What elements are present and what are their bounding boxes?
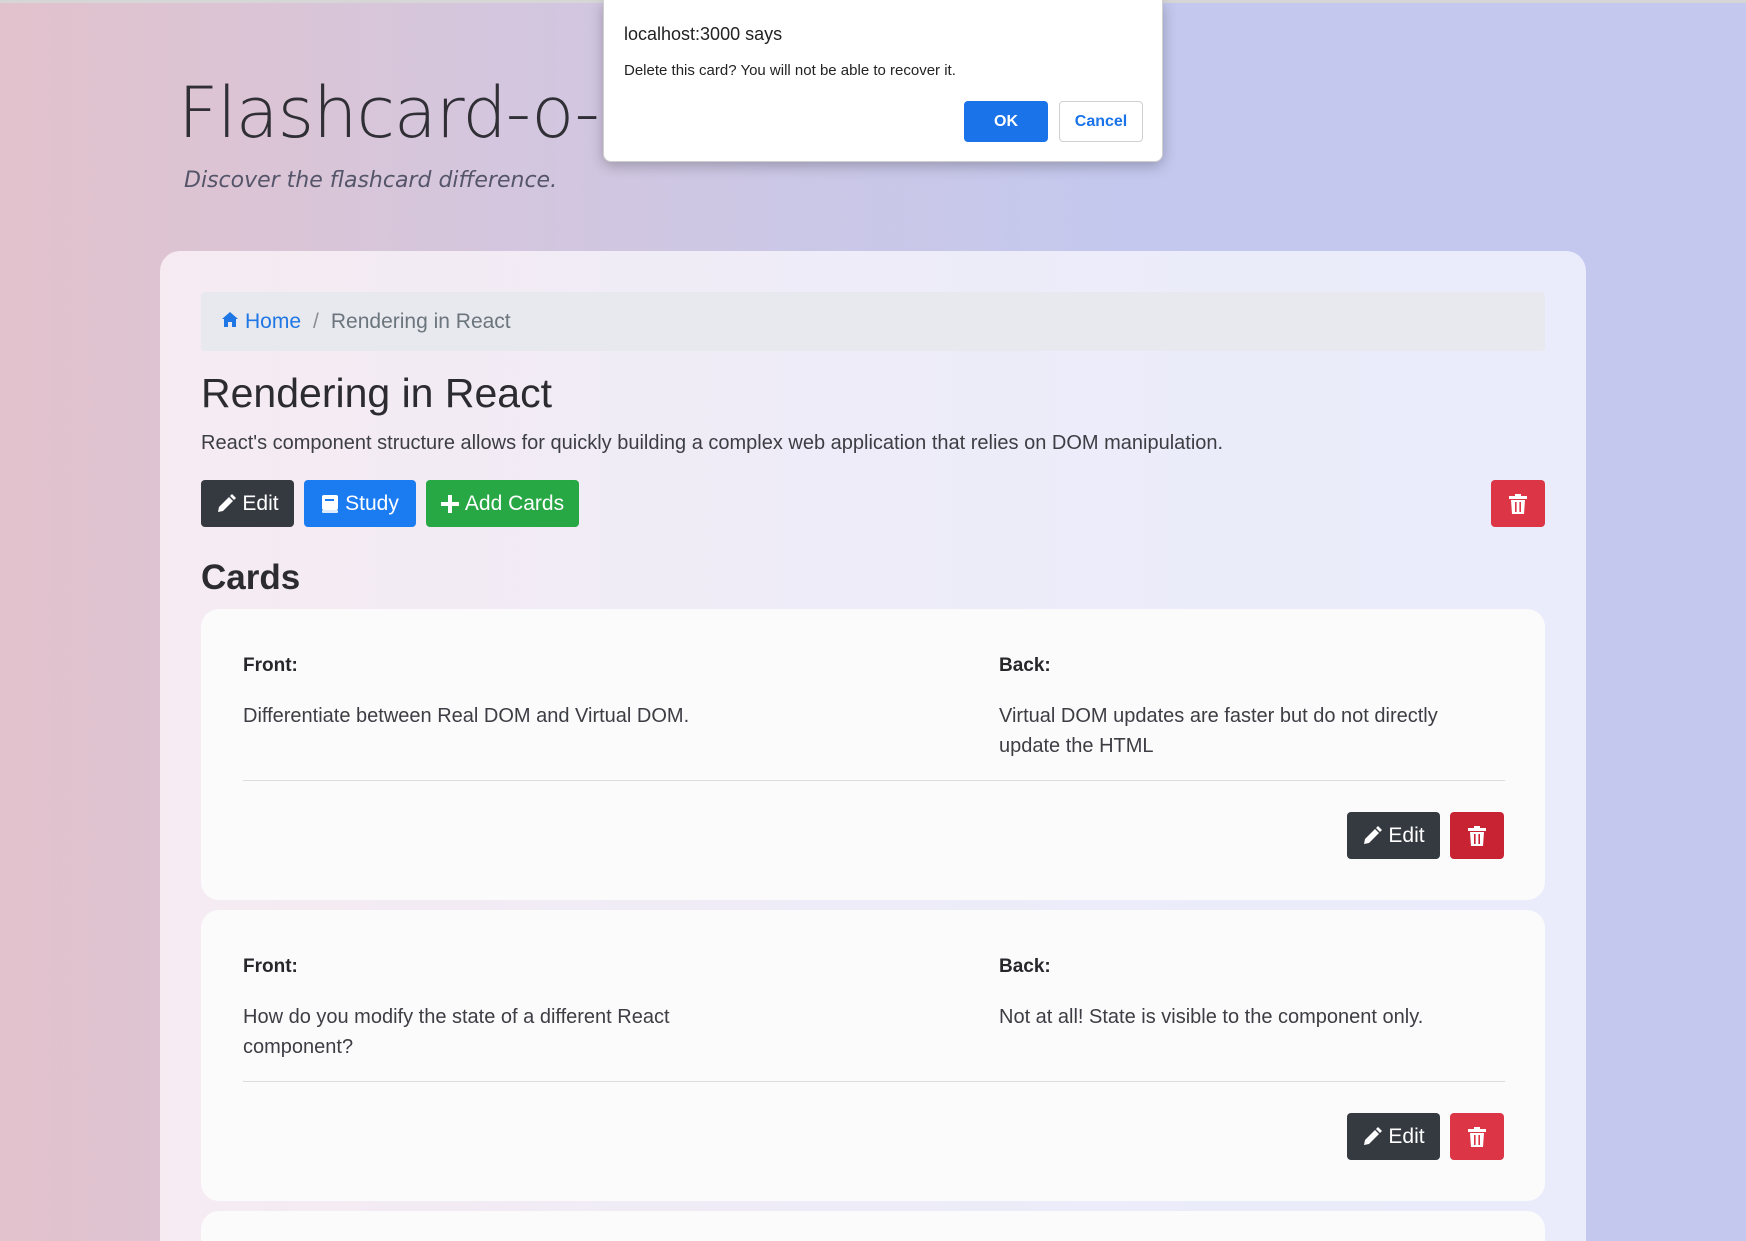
plus-icon: [440, 494, 459, 513]
trash-icon: [1509, 493, 1527, 514]
breadcrumb-current: Rendering in React: [330, 309, 511, 333]
trash-icon: [1468, 1126, 1486, 1147]
app-subtitle: Discover the flashcard difference.: [184, 168, 558, 193]
edit-card-button[interactable]: Edit: [1347, 1113, 1440, 1160]
card-front-text: Differentiate between Real DOM and Virtu…: [243, 705, 690, 727]
edit-deck-label: Edit: [242, 491, 279, 515]
trash-icon: [1468, 825, 1486, 846]
study-label: Study: [345, 491, 399, 515]
back-label: Back:: [999, 956, 1051, 977]
card-divider: [243, 780, 1505, 781]
deck-title: Rendering in React: [201, 370, 552, 416]
book-icon: [321, 494, 339, 514]
delete-card-button[interactable]: [1450, 1113, 1504, 1160]
card-item: [201, 1211, 1545, 1241]
dialog-cancel-button[interactable]: Cancel: [1059, 101, 1143, 142]
app-title: Flashcard-o-m: [178, 72, 667, 154]
home-icon: [221, 310, 239, 334]
add-cards-button[interactable]: Add Cards: [426, 480, 579, 527]
card-back-text: Virtual DOM updates are faster but do no…: [999, 705, 1438, 757]
deck-description: React's component structure allows for q…: [201, 432, 1224, 454]
delete-card-button[interactable]: [1450, 812, 1504, 859]
edit-card-label: Edit: [1388, 1124, 1425, 1148]
edit-deck-button[interactable]: Edit: [201, 480, 294, 527]
breadcrumb-separator: /: [313, 309, 319, 333]
breadcrumb-home-label: Home: [245, 309, 302, 333]
pencil-icon: [1362, 1126, 1383, 1147]
front-label: Front:: [243, 956, 298, 977]
pencil-icon: [1362, 825, 1383, 846]
dialog-title: localhost:3000 says: [624, 24, 783, 44]
card-back-text: Not at all! State is visible to the comp…: [999, 1006, 1424, 1028]
dialog-ok-button[interactable]: OK: [964, 101, 1048, 142]
back-label: Back:: [999, 655, 1051, 676]
pencil-icon: [216, 493, 237, 514]
study-button[interactable]: Study: [304, 480, 416, 527]
card-item: Front: Differentiate between Real DOM an…: [201, 609, 1545, 900]
card-front-text: How do you modify the state of a differe…: [243, 1006, 670, 1058]
dialog-message: Delete this card? You will not be able t…: [624, 62, 956, 79]
card-divider: [243, 1081, 1505, 1082]
add-cards-label: Add Cards: [464, 491, 565, 515]
edit-card-button[interactable]: Edit: [1347, 812, 1440, 859]
breadcrumb-home-link[interactable]: Home: [221, 310, 301, 334]
delete-deck-button[interactable]: [1491, 480, 1545, 527]
edit-card-label: Edit: [1388, 823, 1425, 847]
breadcrumb: Home / Rendering in React: [201, 292, 1545, 351]
front-label: Front:: [243, 655, 298, 676]
card-item: Front: How do you modify the state of a …: [201, 910, 1545, 1201]
confirm-dialog: localhost:3000 says Delete this card? Yo…: [603, 0, 1163, 162]
cards-heading: Cards: [201, 558, 301, 597]
